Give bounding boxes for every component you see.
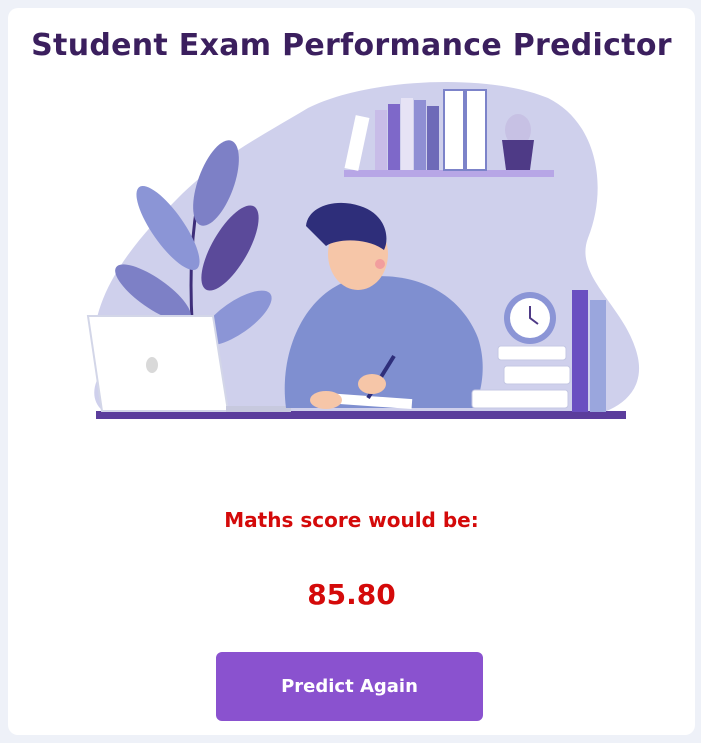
laptop-icon (86, 315, 230, 412)
student-studying-illustration (86, 81, 640, 419)
result-label: Maths score would be: (224, 508, 479, 532)
predict-again-button[interactable]: Predict Again (216, 652, 483, 721)
predictor-card: Student Exam Performance Predictor Maths… (8, 8, 695, 735)
page-title: Student Exam Performance Predictor (31, 28, 672, 63)
shelf (344, 170, 554, 177)
result-value: 85.80 (307, 578, 396, 611)
desk (96, 411, 626, 419)
